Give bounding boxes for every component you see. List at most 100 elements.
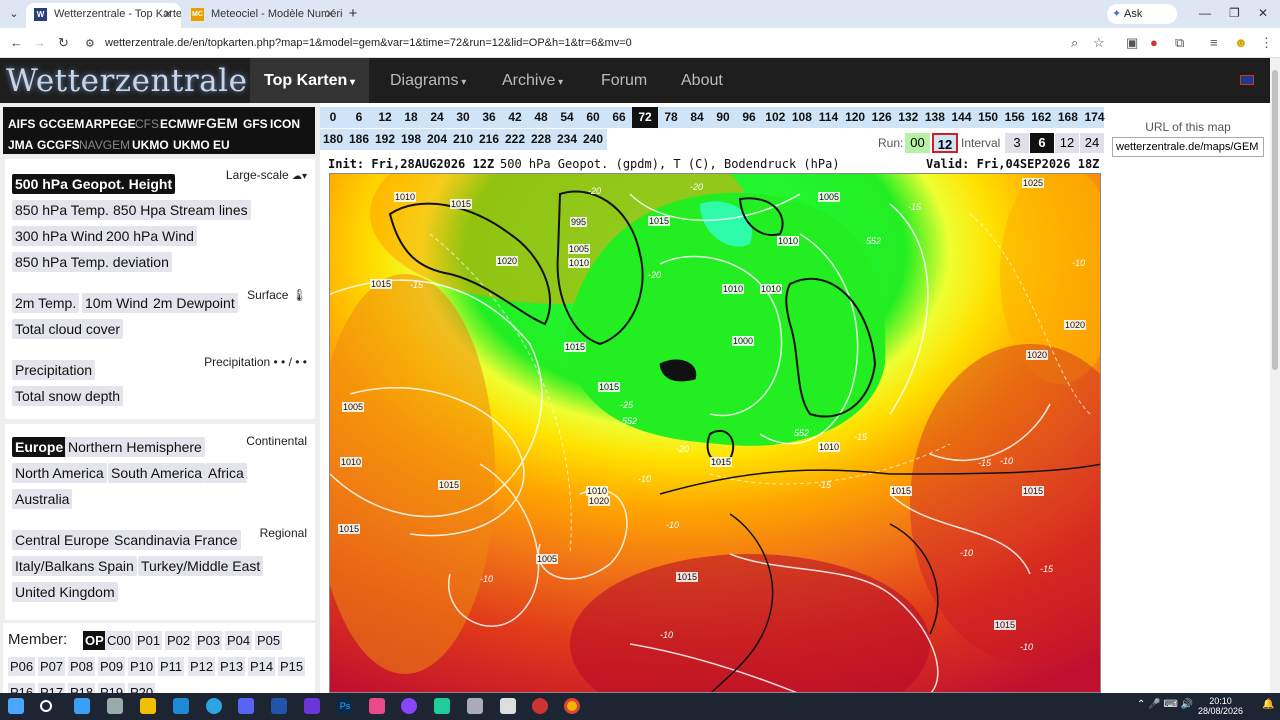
timestep-12[interactable]: 12 — [372, 110, 398, 124]
model-ukmo-eu[interactable]: UKMO EU — [173, 138, 230, 152]
var-10m-wind[interactable]: 10m Wind — [82, 293, 152, 313]
app-icon[interactable] — [401, 698, 417, 714]
timestep-186[interactable]: 186 — [346, 132, 372, 146]
var-2m-temp[interactable]: 2m Temp. — [12, 293, 80, 313]
model-jma[interactable]: JMA — [8, 138, 33, 152]
app-icon[interactable] — [107, 698, 123, 714]
region-united-kingdom[interactable]: United Kingdom — [12, 582, 118, 602]
member-p07[interactable]: P07 — [38, 657, 66, 676]
region-europe[interactable]: Europe — [12, 437, 67, 457]
timestep-30[interactable]: 30 — [450, 110, 476, 124]
member-p10[interactable]: P10 — [128, 657, 156, 676]
app-icon[interactable] — [369, 698, 385, 714]
photoshop-icon[interactable]: Ps — [337, 698, 353, 714]
timestep-54[interactable]: 54 — [554, 110, 580, 124]
model-arpege[interactable]: ARPEGE — [85, 117, 136, 131]
model-gfs[interactable]: GFS — [243, 117, 268, 131]
tray-icons[interactable]: ⌃ 🎤 ⌨ 🔊 — [1137, 699, 1193, 710]
file-explorer-icon[interactable] — [140, 698, 156, 714]
timestep-6[interactable]: 6 — [346, 110, 372, 124]
telegram-icon[interactable] — [206, 698, 222, 714]
copilot-icon[interactable] — [74, 698, 90, 714]
region-scandinavia[interactable]: Scandinavia — [111, 530, 194, 550]
timestep-36[interactable]: 36 — [476, 110, 502, 124]
nav-archive[interactable]: Archive ▾ — [502, 58, 563, 103]
member-p09[interactable]: P09 — [98, 657, 126, 676]
region-south-america[interactable]: South America — [108, 463, 206, 483]
bookmark-star-icon[interactable]: ☆ — [1093, 35, 1105, 51]
timestep-18[interactable]: 18 — [398, 110, 424, 124]
var-850hpa-temp[interactable]: 850 hPa Temp. — [12, 200, 112, 220]
forward-icon[interactable]: → — [33, 35, 46, 50]
nav-about[interactable]: About — [681, 58, 723, 103]
map-url-field[interactable] — [1112, 137, 1264, 157]
taskbar-clock[interactable]: 20:10 28/08/2026 — [1198, 696, 1243, 716]
timestep-204[interactable]: 204 — [424, 132, 450, 146]
zoom-icon[interactable]: ⌕ — [1071, 35, 1078, 51]
tab-wetterzentrale[interactable]: W Wetterzentrale - Top Karten - G ✕ — [26, 3, 181, 28]
timestep-162[interactable]: 162 — [1028, 110, 1055, 124]
adblock-icon[interactable]: ● — [1150, 35, 1158, 50]
var-850hpa-temp-dev[interactable]: 850 hPa Temp. deviation — [12, 252, 172, 272]
model-gcgfs[interactable]: GCGFS — [37, 138, 80, 152]
close-tab-icon[interactable]: ✕ — [163, 3, 173, 26]
minimize-icon[interactable]: — — [1199, 6, 1211, 20]
timestep-24[interactable]: 24 — [424, 110, 450, 124]
timestep-240[interactable]: 240 — [580, 132, 606, 146]
model-navgem[interactable]: NAVGEM — [79, 138, 130, 152]
timestep-84[interactable]: 84 — [684, 110, 710, 124]
timestep-234[interactable]: 234 — [554, 132, 580, 146]
interval-24-button[interactable]: 24 — [1080, 133, 1104, 153]
member-p12[interactable]: P12 — [188, 657, 216, 676]
extensions-puzzle-icon[interactable]: ⧉ — [1175, 35, 1184, 51]
timestep-120[interactable]: 120 — [842, 110, 869, 124]
region-france[interactable]: France — [191, 530, 241, 550]
var-300hpa-wind[interactable]: 300 hPa Wind — [12, 226, 106, 246]
extension-icon[interactable]: ▣ — [1126, 35, 1138, 51]
region-italy-balkans[interactable]: Italy/Balkans — [12, 556, 98, 576]
profile-icon[interactable]: ☻ — [1234, 35, 1248, 50]
nav-diagrams[interactable]: Diagrams ▾ — [390, 58, 466, 103]
back-icon[interactable]: ← — [10, 35, 23, 50]
discord-icon[interactable] — [238, 698, 254, 714]
var-850hpa-stream[interactable]: 850 Hpa Stream lines — [110, 200, 251, 220]
region-africa[interactable]: Africa — [205, 463, 247, 483]
timestep-210[interactable]: 210 — [450, 132, 476, 146]
member-p08[interactable]: P08 — [68, 657, 96, 676]
model-gcgem[interactable]: GCGEM — [39, 117, 84, 131]
timestep-72[interactable]: 72 — [632, 107, 658, 128]
close-tab-icon[interactable]: ✕ — [325, 3, 335, 26]
timestep-180[interactable]: 180 — [320, 132, 346, 146]
timestep-102[interactable]: 102 — [762, 110, 789, 124]
timestep-222[interactable]: 222 — [502, 132, 528, 146]
edge-icon[interactable] — [173, 698, 189, 714]
member-op[interactable]: OP — [83, 631, 106, 650]
member-p13[interactable]: P13 — [218, 657, 246, 676]
timestep-156[interactable]: 156 — [1001, 110, 1028, 124]
model-cfs[interactable]: CFS — [135, 117, 159, 131]
notification-icon[interactable]: 🔔 — [1262, 699, 1274, 710]
member-p05[interactable]: P05 — [255, 631, 283, 650]
region-australia[interactable]: Australia — [12, 489, 73, 509]
interval-3-button[interactable]: 3 — [1005, 133, 1029, 153]
model-icon[interactable]: ICON — [270, 117, 300, 131]
timestep-138[interactable]: 138 — [922, 110, 949, 124]
app-m-icon[interactable] — [271, 698, 287, 714]
var-snow-depth[interactable]: Total snow depth — [12, 386, 124, 406]
timestep-198[interactable]: 198 — [398, 132, 424, 146]
member-c00[interactable]: C00 — [105, 631, 133, 650]
site-info-icon[interactable]: ⚙ — [85, 37, 95, 50]
uk-flag-icon[interactable] — [1240, 75, 1254, 85]
timestep-114[interactable]: 114 — [815, 110, 842, 124]
member-p06[interactable]: P06 — [8, 657, 36, 676]
member-p01[interactable]: P01 — [135, 631, 163, 650]
run-12-button[interactable]: 12 — [932, 133, 958, 153]
weather-map[interactable]: 1025 1010 1015 995 1005 1010 1020 1015 1005 1010 1… — [329, 173, 1101, 693]
tab-search-icon[interactable]: ⌄ — [6, 6, 22, 22]
timestep-108[interactable]: 108 — [789, 110, 816, 124]
timestep-42[interactable]: 42 — [502, 110, 528, 124]
var-2m-dewpoint[interactable]: 2m Dewpoint — [150, 293, 238, 313]
timestep-0[interactable]: 0 — [320, 110, 346, 124]
region-north-america[interactable]: North America — [12, 463, 107, 483]
var-200hpa-wind[interactable]: 200 hPa Wind — [103, 226, 197, 246]
